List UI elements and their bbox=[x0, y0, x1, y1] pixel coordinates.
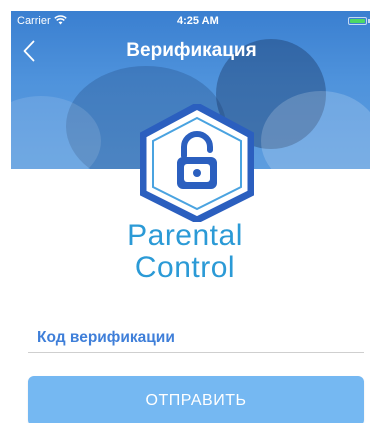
submit-button[interactable]: ОТПРАВИТЬ bbox=[28, 376, 364, 423]
status-bar: Carrier 4:25 AM bbox=[11, 11, 370, 33]
status-time: 4:25 AM bbox=[177, 15, 219, 27]
padlock-hexagon-icon bbox=[140, 104, 254, 222]
input-underline bbox=[28, 352, 364, 353]
logo-text-line2: Control bbox=[134, 251, 236, 284]
logo-text-line1: Parental bbox=[127, 219, 243, 252]
app-screen: Carrier 4:25 AM Верификация Parental Con… bbox=[0, 0, 370, 423]
battery-icon bbox=[348, 17, 367, 25]
page-title: Верификация bbox=[126, 40, 257, 61]
wifi-icon bbox=[54, 15, 67, 28]
verification-code-input[interactable] bbox=[37, 324, 362, 354]
carrier-label: Carrier bbox=[17, 15, 51, 27]
